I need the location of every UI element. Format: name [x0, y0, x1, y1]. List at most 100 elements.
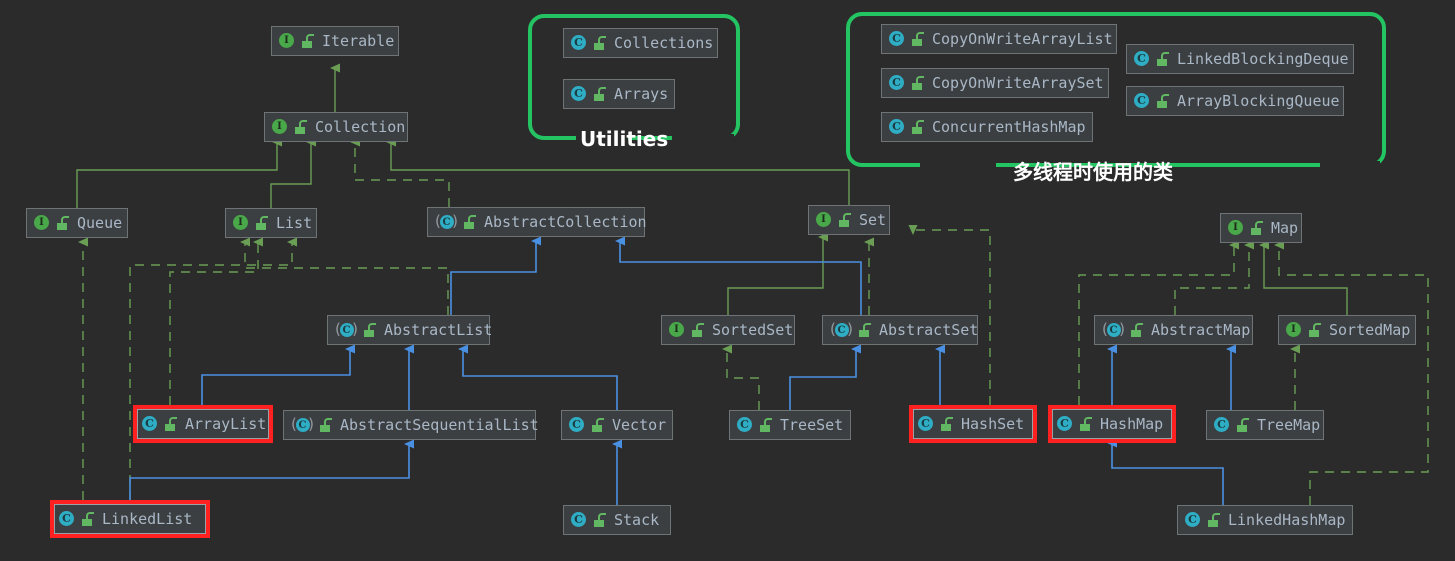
class-node-label: CopyOnWriteArraySet	[932, 74, 1104, 92]
class-node-arrays[interactable]: C Arrays	[563, 79, 675, 109]
public-lock-icon	[255, 215, 268, 230]
class-node-label: LinkedBlockingDeque	[1177, 50, 1349, 68]
class-node-sortedset[interactable]: I SortedSet	[661, 315, 795, 345]
solid-blue-edges	[129, 236, 1236, 505]
public-lock-icon	[164, 416, 177, 431]
public-lock-icon	[940, 416, 953, 431]
public-lock-icon	[1207, 512, 1220, 527]
class-icon: C	[737, 416, 754, 434]
class-node-label: AbstractSet	[879, 321, 979, 339]
public-lock-icon	[691, 322, 704, 337]
class-node-stack[interactable]: C Stack	[563, 505, 671, 535]
public-lock-icon	[911, 31, 924, 46]
class-node-list[interactable]: I List	[225, 208, 317, 238]
class-node-label: ConcurrentHashMap	[932, 118, 1086, 136]
class-icon: C	[142, 415, 159, 433]
class-node-label: TreeMap	[1257, 416, 1321, 434]
class-node-label: Stack	[614, 511, 660, 529]
public-lock-icon	[593, 86, 606, 101]
class-node-abstractmap[interactable]: (C) AbstractMap	[1094, 315, 1253, 345]
public-lock-icon	[301, 33, 314, 48]
public-lock-icon	[1079, 416, 1092, 431]
public-lock-icon	[294, 119, 307, 134]
class-node-vector[interactable]: C Vector	[561, 410, 673, 440]
class-node-label: ArrayBlockingQueue	[1177, 92, 1340, 110]
public-lock-icon	[1250, 220, 1263, 235]
class-node-hashset[interactable]: C HashSet	[909, 405, 1037, 443]
public-lock-icon	[1156, 51, 1169, 66]
public-lock-icon	[363, 322, 376, 337]
public-lock-icon	[593, 512, 606, 527]
class-node-label: Collection	[315, 118, 406, 136]
group-gap-multithread-left	[920, 161, 996, 170]
class-node-arrayblockingqueue[interactable]: C ArrayBlockingQueue	[1126, 86, 1344, 116]
class-node-collection[interactable]: I Collection	[264, 112, 408, 142]
abstract-class-icon: (C)	[291, 414, 314, 433]
public-lock-icon	[1236, 417, 1249, 432]
class-node-copyonwritearrayset[interactable]: C CopyOnWriteArraySet	[881, 68, 1109, 98]
public-lock-icon	[81, 511, 94, 526]
class-icon: C	[1057, 415, 1074, 433]
class-node-label: SortedSet	[712, 321, 794, 339]
interface-icon: I	[233, 214, 250, 232]
group-gap-utilities-right	[672, 134, 734, 143]
class-node-treemap[interactable]: C TreeMap	[1206, 410, 1324, 440]
public-lock-icon	[1130, 322, 1143, 337]
class-icon: C	[1134, 50, 1151, 68]
public-lock-icon	[911, 119, 924, 134]
group-title-multithread: 多线程时使用的类	[1013, 160, 1173, 184]
class-node-abstractcollection[interactable]: (C) AbstractCollection	[427, 207, 647, 237]
class-node-label: SortedMap	[1329, 321, 1411, 339]
class-node-iterable[interactable]: I Iterable	[271, 26, 399, 56]
class-node-label: AbstractCollection	[484, 213, 647, 231]
class-node-sortedmap[interactable]: I SortedMap	[1278, 315, 1416, 345]
interface-icon: I	[34, 214, 51, 232]
class-icon: C	[889, 74, 906, 92]
class-node-label: List	[276, 214, 313, 232]
public-lock-icon	[838, 212, 851, 227]
interface-icon: I	[816, 211, 833, 229]
class-node-abstractsequentiallist[interactable]: (C) AbstractSequentialList	[283, 410, 539, 440]
class-node-copyonwritearraylist[interactable]: C CopyOnWriteArrayList	[881, 24, 1117, 54]
class-node-linkedblockingdeque[interactable]: C LinkedBlockingDeque	[1126, 44, 1354, 74]
class-icon: C	[1134, 92, 1151, 110]
class-node-label: HashMap	[1100, 415, 1164, 433]
public-lock-icon	[911, 75, 924, 90]
class-node-linkedlist[interactable]: C LinkedList	[50, 500, 210, 538]
class-node-map[interactable]: I Map	[1220, 213, 1302, 243]
class-node-label: TreeSet	[780, 416, 844, 434]
class-node-queue[interactable]: I Queue	[26, 208, 128, 238]
interface-icon: I	[1228, 219, 1245, 237]
class-node-linkedhashmap[interactable]: C LinkedHashMap	[1177, 505, 1353, 535]
class-node-abstractset[interactable]: (C) AbstractSet	[822, 315, 978, 345]
public-lock-icon	[591, 417, 604, 432]
interface-icon: I	[279, 32, 296, 50]
class-icon: C	[1185, 511, 1202, 529]
class-node-label: AbstractSequentialList	[340, 416, 539, 434]
class-node-label: Map	[1271, 219, 1299, 237]
public-lock-icon	[319, 417, 332, 432]
interface-icon: I	[669, 321, 686, 339]
class-node-label: CopyOnWriteArrayList	[932, 30, 1113, 48]
public-lock-icon	[1156, 93, 1169, 108]
class-icon: C	[59, 510, 76, 528]
class-icon: C	[571, 85, 588, 103]
class-icon: C	[918, 415, 935, 433]
public-lock-icon	[858, 322, 871, 337]
class-node-collections[interactable]: C Collections	[563, 28, 718, 58]
class-node-treeset[interactable]: C TreeSet	[729, 410, 851, 440]
abstract-class-icon: (C)	[335, 319, 358, 338]
class-icon: C	[569, 416, 586, 434]
public-lock-icon	[56, 215, 69, 230]
class-node-abstractlist[interactable]: (C) AbstractList	[327, 315, 492, 345]
class-icon: C	[1214, 416, 1231, 434]
class-node-set[interactable]: I Set	[808, 205, 890, 235]
class-node-label: Arrays	[614, 85, 669, 103]
class-node-label: Set	[859, 211, 887, 229]
abstract-class-icon: (C)	[1102, 319, 1125, 338]
class-node-hashmap[interactable]: C HashMap	[1048, 405, 1176, 443]
class-icon: C	[571, 34, 588, 52]
class-node-concurrenthashmap[interactable]: C ConcurrentHashMap	[881, 112, 1093, 142]
class-node-arraylist[interactable]: C ArrayList	[133, 405, 273, 443]
public-lock-icon	[463, 214, 476, 229]
